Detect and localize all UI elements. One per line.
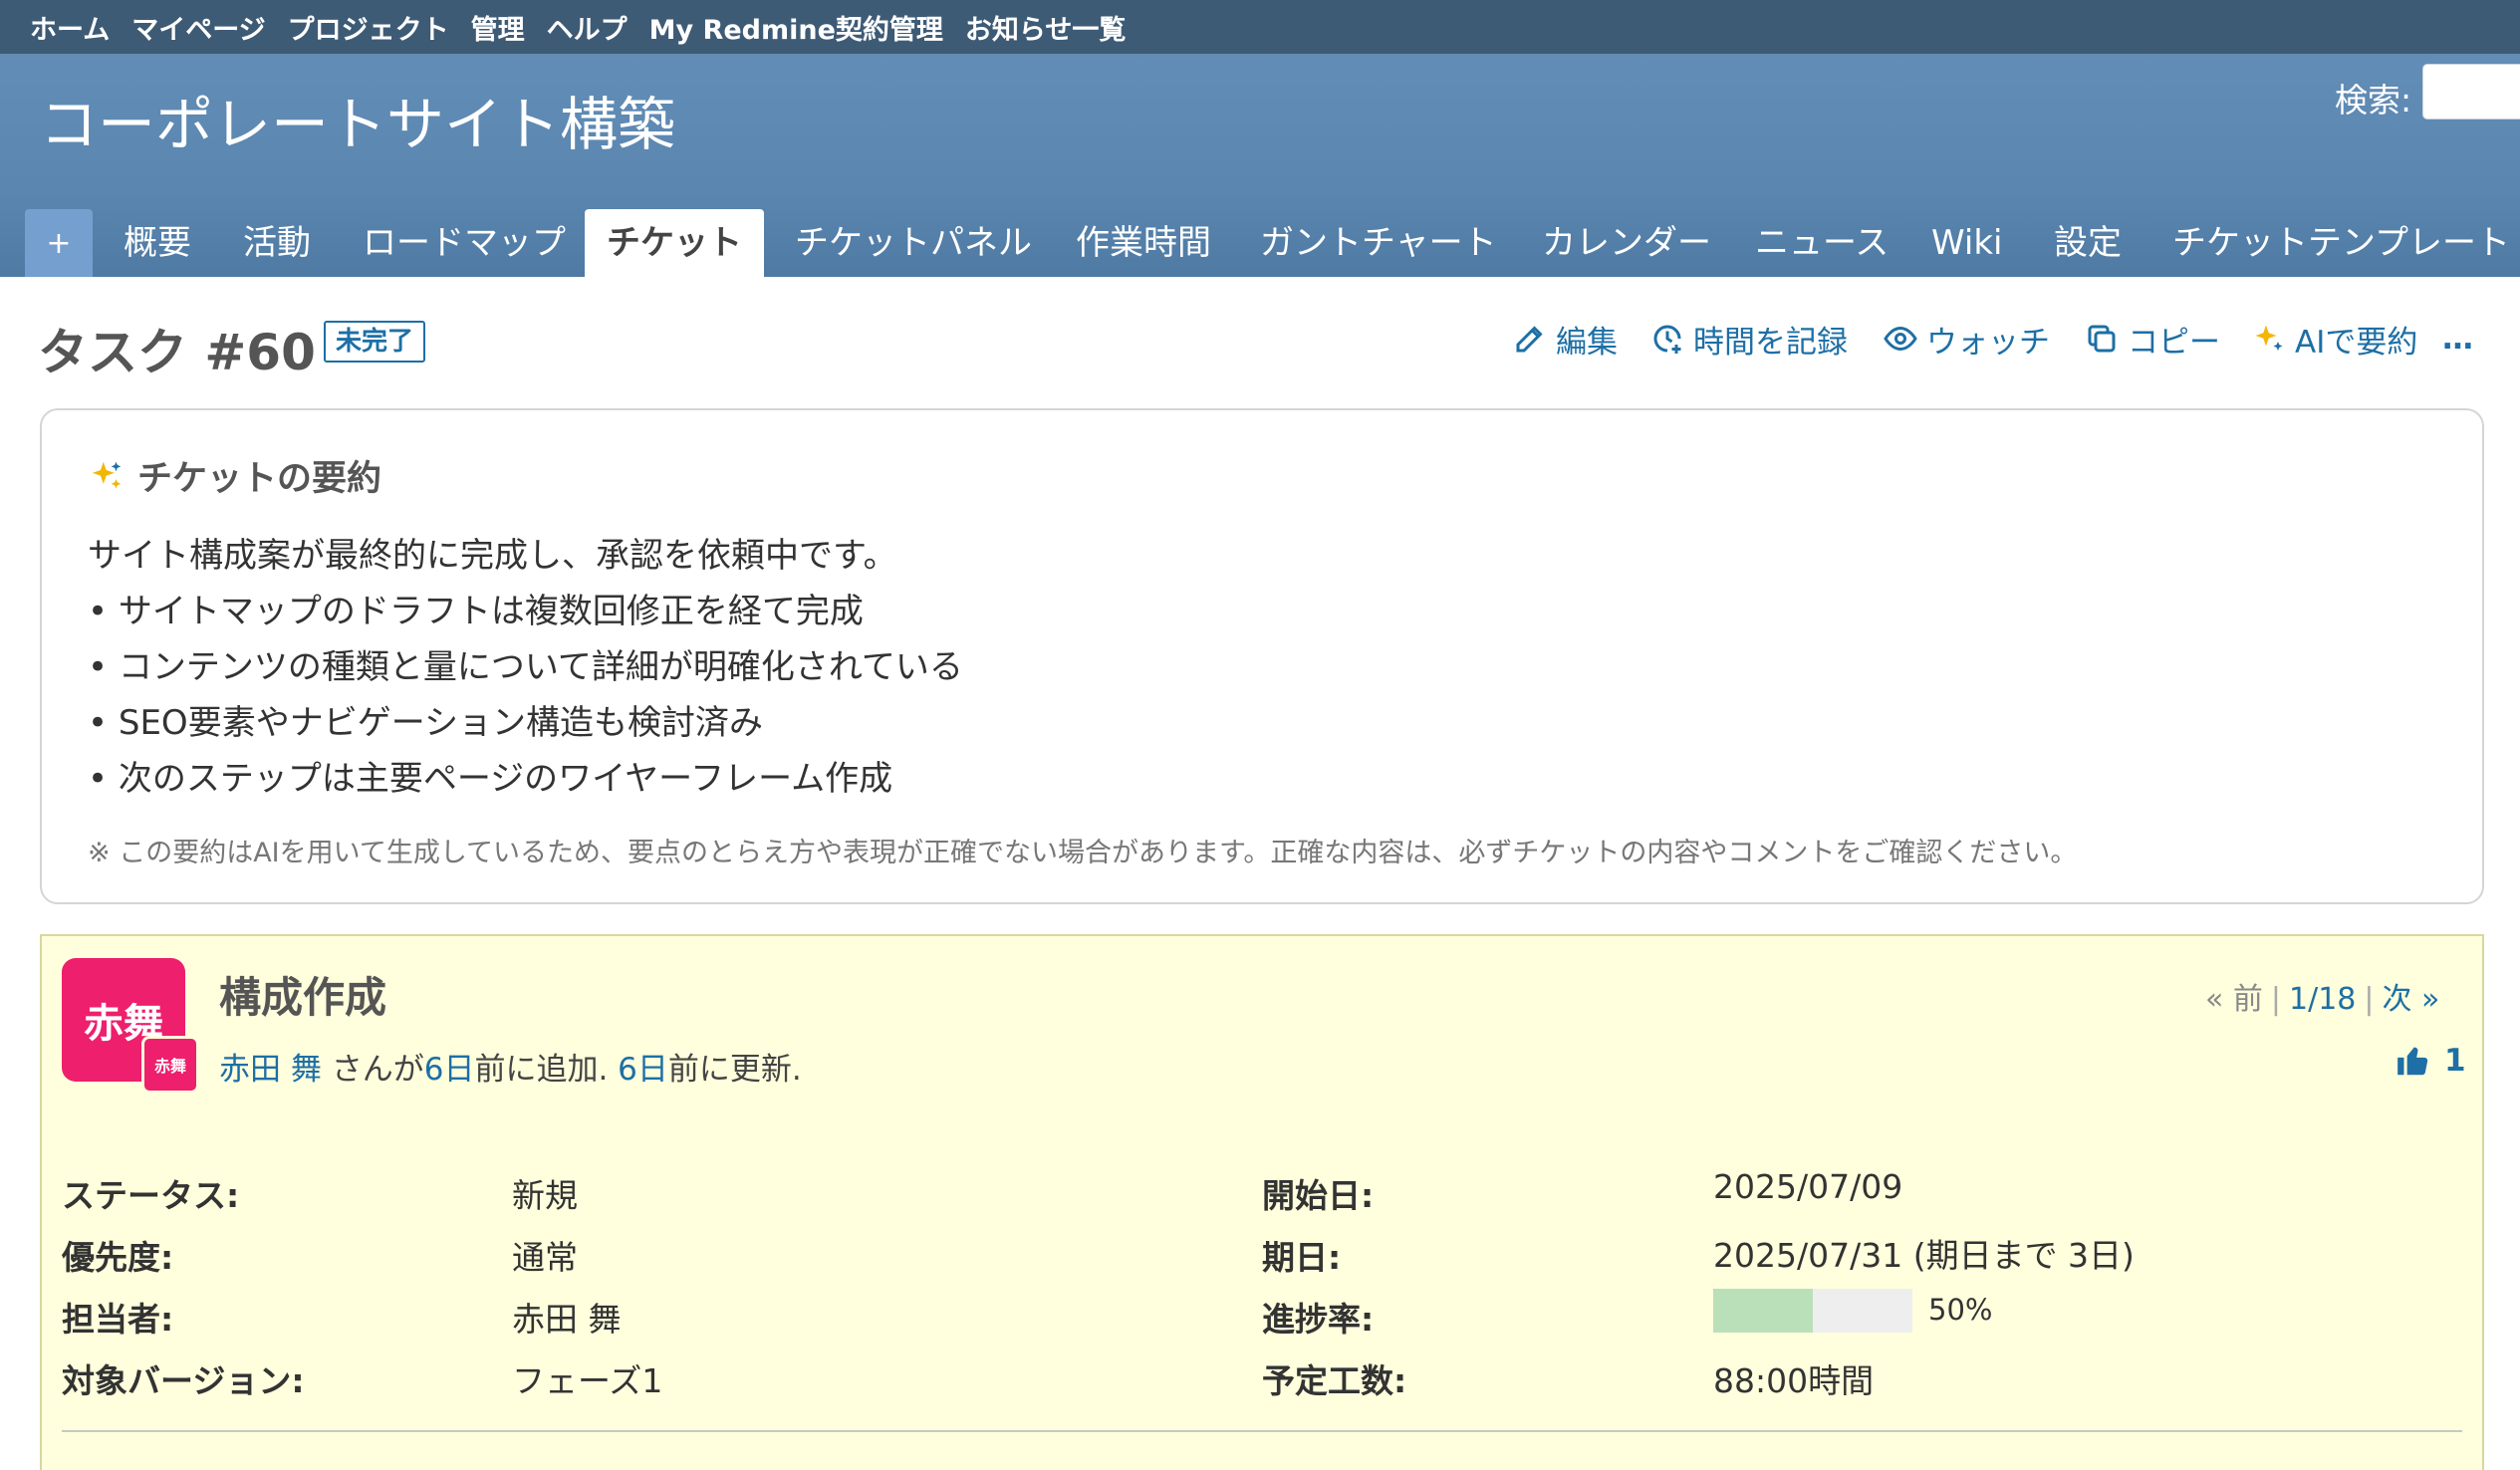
- summary-heading-text: チケットの要約: [137, 459, 382, 499]
- due-date-label: 期日:: [1262, 1238, 1342, 1277]
- tab-roadmap[interactable]: ロードマップ: [363, 209, 566, 277]
- next-link[interactable]: 次 »: [2382, 982, 2439, 1017]
- eye-icon: [1884, 326, 1917, 352]
- log-time-label: 時間を記録: [1693, 324, 1848, 361]
- clock-plus-icon: [1653, 325, 1681, 354]
- done-ratio-value: 50%: [1928, 1293, 1993, 1327]
- pager-position[interactable]: 1/18: [2289, 982, 2356, 1017]
- issue-title: タスク #60: [38, 324, 316, 381]
- top-menu-contracts[interactable]: My Redmine契約管理: [649, 8, 943, 47]
- author-link[interactable]: 赤田 舞: [219, 1052, 322, 1088]
- estimated-value: 88:00時間: [1713, 1361, 1875, 1400]
- issue-details: 赤舞 赤舞 構成作成 赤田 舞 さんが6日前に追加. 6日前に更新. « 前 | 1…: [40, 934, 2484, 1470]
- copy-link[interactable]: コピー: [2084, 317, 2220, 361]
- issue-subject: 構成作成: [219, 973, 387, 1022]
- tab-issue-templates[interactable]: チケットテンプレート: [2172, 209, 2510, 277]
- priority-label: 優先度:: [62, 1238, 174, 1277]
- tab-settings[interactable]: 設定: [2054, 209, 2122, 277]
- assignee-link[interactable]: 赤田 舞: [512, 1293, 622, 1341]
- watch-link[interactable]: ウォッチ: [1883, 317, 2050, 361]
- reaction-count: 1: [2444, 1043, 2466, 1079]
- start-date-label: 開始日:: [1262, 1176, 1375, 1215]
- tab-issues[interactable]: チケット: [585, 209, 764, 277]
- search-input[interactable]: [2422, 64, 2520, 120]
- pencil-icon: [1516, 326, 1543, 353]
- tab-issue-panel[interactable]: チケットパネル: [795, 209, 1032, 277]
- copy-icon: [2088, 325, 2116, 353]
- main-menu: + 概要 活動 ロードマップ チケット チケットパネル 作業時間 ガントチャート…: [0, 205, 2520, 277]
- author-suffix: さんが: [321, 1052, 424, 1088]
- watch-label: ウォッチ: [1926, 324, 2050, 361]
- tab-time-entries[interactable]: 作業時間: [1076, 209, 1211, 277]
- sparkle-icon: [2255, 325, 2283, 351]
- assignee-avatar: 赤舞: [141, 1036, 199, 1094]
- ai-summary-label: AIで要約: [2295, 324, 2418, 361]
- top-menu-projects[interactable]: プロジェクト: [288, 8, 449, 47]
- priority-value: 通常: [512, 1238, 578, 1277]
- edit-link[interactable]: 編集: [1512, 317, 1618, 361]
- more-icon: …: [2442, 321, 2473, 357]
- top-menu-admin[interactable]: 管理: [471, 8, 525, 47]
- top-menu-home[interactable]: ホーム: [30, 8, 110, 47]
- tab-calendar[interactable]: カレンダー: [1542, 209, 1711, 277]
- added-text: 前に追加.: [474, 1052, 619, 1088]
- sparkle-icon: [92, 461, 122, 489]
- tab-news[interactable]: ニュース: [1755, 209, 1889, 277]
- updated-text: 前に更新.: [667, 1052, 802, 1088]
- assignee-label: 担当者:: [62, 1300, 174, 1339]
- tab-activity[interactable]: 活動: [243, 209, 311, 277]
- status-value: 新規: [512, 1176, 578, 1215]
- ai-summary-link[interactable]: AIで要約: [2251, 317, 2417, 361]
- issue-author-line: 赤田 舞 さんが6日前に追加. 6日前に更新.: [219, 1044, 802, 1089]
- progress-fill: [1713, 1289, 1813, 1333]
- due-date-value: 2025/07/31 (期日まで 3日): [1713, 1236, 2135, 1275]
- tab-gantt[interactable]: ガントチャート: [1260, 209, 1497, 277]
- summary-line: • 次のステップは主要ページのワイヤーフレーム作成: [88, 759, 893, 799]
- details-divider: [62, 1430, 2462, 1432]
- version-label: 対象バージョン:: [62, 1361, 305, 1400]
- summary-disclaimer: ※ この要約はAIを用いて生成しているため、要点のとらえ方や表現が正確でない場合…: [88, 838, 2078, 868]
- edit-label: 編集: [1556, 324, 1618, 361]
- tab-overview[interactable]: 概要: [124, 209, 191, 277]
- top-menu-help[interactable]: ヘルプ: [547, 8, 628, 47]
- project-title[interactable]: コーポレートサイト構築: [40, 78, 675, 161]
- updated-ago-link[interactable]: 6日: [618, 1052, 668, 1088]
- summary-line: • SEO要素やナビゲーション構造も検討済み: [88, 703, 764, 743]
- thumbs-up-icon: [2397, 1047, 2428, 1076]
- summary-heading: チケットの要約: [88, 450, 381, 501]
- version-link[interactable]: フェーズ1: [512, 1354, 662, 1402]
- top-menu-my-page[interactable]: マイページ: [131, 8, 265, 47]
- estimated-label: 予定工数:: [1262, 1361, 1407, 1400]
- prev-link[interactable]: « 前: [2205, 982, 2263, 1017]
- progress-bar: [1713, 1289, 1912, 1333]
- ai-summary-card: チケットの要約 サイト構成案が最終的に完成し、承認を依頼中です。 • サイトマッ…: [40, 408, 2484, 904]
- search-label: 検索:: [2335, 81, 2412, 120]
- new-object-button[interactable]: +: [25, 209, 93, 277]
- log-time-link[interactable]: 時間を記録: [1649, 317, 1848, 361]
- status-badge: 未完了: [324, 321, 426, 363]
- status-label: ステータス:: [62, 1176, 240, 1215]
- tab-wiki[interactable]: Wiki: [1931, 209, 2002, 277]
- issue-pager: « 前 | 1/18 | 次 »: [2205, 982, 2440, 1017]
- summary-line: • コンテンツの種類と量について詳細が明確化されている: [88, 647, 963, 687]
- added-ago-link[interactable]: 6日: [424, 1052, 475, 1088]
- more-actions-button[interactable]: …: [2442, 317, 2473, 361]
- reaction-button[interactable]: 1: [2394, 1042, 2466, 1080]
- summary-line: • サイトマップのドラフトは複数回修正を経て完成: [88, 592, 864, 631]
- start-date-value: 2025/07/09: [1713, 1167, 1903, 1206]
- top-menu-announcements[interactable]: お知らせ一覧: [965, 8, 1126, 47]
- top-menu: ホーム マイページ プロジェクト 管理 ヘルプ My Redmine契約管理 お…: [0, 0, 2520, 54]
- copy-label: コピー: [2128, 324, 2220, 361]
- summary-line: サイト構成案が最終的に完成し、承認を依頼中です。: [88, 536, 897, 576]
- done-ratio-label: 進捗率:: [1262, 1300, 1375, 1339]
- top-menu-items: ホーム マイページ プロジェクト 管理 ヘルプ My Redmine契約管理 お…: [30, 0, 1126, 54]
